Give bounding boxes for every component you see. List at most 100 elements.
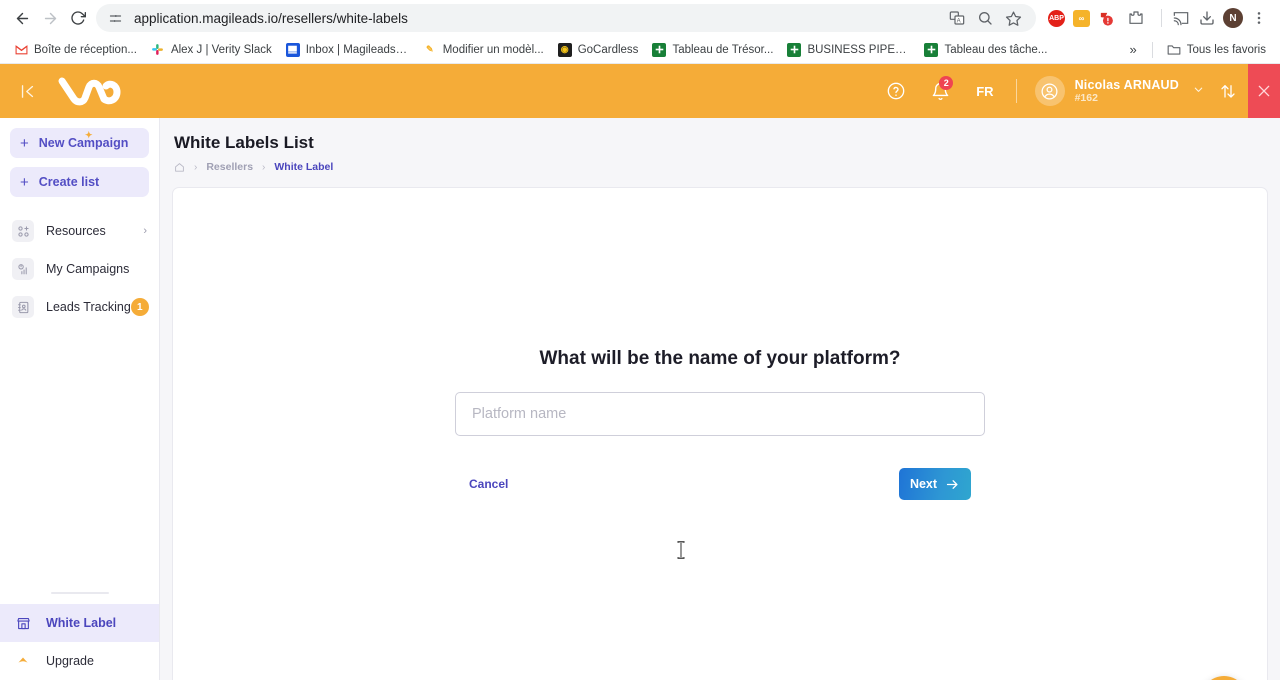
next-button[interactable]: Next bbox=[899, 468, 971, 500]
alert-extension-icon[interactable] bbox=[1098, 10, 1115, 27]
help-circle-icon[interactable] bbox=[874, 64, 918, 118]
google-sheets-icon bbox=[924, 42, 939, 57]
reload-button[interactable] bbox=[64, 4, 92, 32]
bookmark-item[interactable]: BUSINESS PIPELI... bbox=[781, 40, 916, 60]
browser-extensions: ABP ∞ bbox=[1042, 5, 1155, 31]
bookmark-item[interactable]: ◉ GoCardless bbox=[552, 40, 645, 60]
language-selector[interactable]: FR bbox=[962, 64, 1007, 118]
close-icon bbox=[1258, 85, 1270, 97]
page-info-icon[interactable] bbox=[106, 9, 124, 27]
bookmark-item[interactable]: Inbox | Magileads |... bbox=[280, 40, 415, 60]
sidebar-nav: Resources › My Campaigns Leads Tracking … bbox=[0, 206, 159, 326]
slack-icon bbox=[151, 43, 165, 57]
plus-icon: + bbox=[20, 134, 29, 152]
create-list-button[interactable]: + Create list bbox=[10, 167, 149, 197]
bookmark-item[interactable]: Boîte de réception... bbox=[8, 40, 143, 60]
sidebar-divider bbox=[50, 592, 109, 594]
url-text: application.magileads.io/resellers/white… bbox=[134, 10, 408, 26]
leads-tracking-badge: 1 bbox=[130, 298, 149, 316]
yellow-extension-icon[interactable]: ∞ bbox=[1073, 9, 1090, 27]
toolbar-divider bbox=[1161, 9, 1162, 27]
translate-icon[interactable]: A bbox=[944, 5, 970, 31]
extensions-puzzle-icon[interactable] bbox=[1123, 5, 1149, 31]
bookmark-item[interactable]: Tableau de Trésor... bbox=[646, 40, 779, 60]
main-content: White Labels List › Resellers › White La… bbox=[160, 118, 1280, 680]
sidebar-item-upgrade[interactable]: Upgrade bbox=[0, 642, 159, 680]
plus-icon: + bbox=[20, 173, 29, 191]
breadcrumb-separator: › bbox=[262, 161, 266, 173]
sidebar-item-label: My Campaigns bbox=[46, 262, 130, 276]
download-icon[interactable] bbox=[1194, 5, 1220, 31]
cancel-button[interactable]: Cancel bbox=[469, 477, 508, 491]
bookmarks-bar: Boîte de réception... Alex J | Verity Sl… bbox=[0, 36, 1280, 64]
cast-icon[interactable] bbox=[1168, 5, 1194, 31]
white-label-card: What will be the name of your platform? … bbox=[172, 187, 1268, 680]
search-icon[interactable] bbox=[972, 5, 998, 31]
sidebar-primary-actions: + New Campaign ✦ + Create list bbox=[0, 118, 159, 206]
sidebar-item-my-campaigns[interactable]: My Campaigns bbox=[0, 250, 159, 288]
platform-name-input[interactable] bbox=[455, 392, 985, 436]
sort-updown-icon[interactable] bbox=[1208, 64, 1248, 118]
google-sheets-icon bbox=[652, 42, 667, 57]
wizard-actions: Cancel Next bbox=[455, 468, 985, 500]
sidebar-item-label: Resources bbox=[46, 224, 106, 238]
page-title: White Labels List bbox=[174, 133, 314, 152]
magileads-logo-icon bbox=[58, 77, 121, 106]
forward-arrow-icon bbox=[44, 12, 56, 24]
wizard-question: What will be the name of your platform? bbox=[539, 348, 901, 369]
bookmark-label: Tableau des tâche... bbox=[944, 43, 1048, 56]
platform-name-wizard: What will be the name of your platform? … bbox=[455, 188, 985, 500]
adblock-plus-extension-icon[interactable]: ABP bbox=[1048, 9, 1065, 27]
all-bookmarks-label: Tous les favoris bbox=[1186, 43, 1266, 56]
bookmark-label: BUSINESS PIPELI... bbox=[807, 43, 911, 56]
bookmarks-overflow-button[interactable]: » bbox=[1123, 39, 1144, 60]
breadcrumb-current: White Label bbox=[274, 161, 334, 173]
bookmark-label: Boîte de réception... bbox=[34, 43, 137, 56]
sidebar-item-resources[interactable]: Resources › bbox=[0, 212, 159, 250]
bookmark-item[interactable]: Alex J | Verity Slack bbox=[145, 40, 278, 60]
bookmarks-divider bbox=[1151, 41, 1153, 58]
new-campaign-button[interactable]: + New Campaign ✦ bbox=[10, 128, 149, 158]
close-button[interactable] bbox=[1248, 64, 1280, 118]
notifications-button[interactable]: 2 bbox=[918, 64, 962, 118]
sidebar-item-leads-tracking[interactable]: Leads Tracking 1 bbox=[0, 288, 159, 326]
google-sheets-icon bbox=[787, 42, 802, 57]
pencil-icon: ✎ bbox=[425, 44, 434, 54]
magileads-logo[interactable] bbox=[56, 74, 128, 108]
app-header: 2 FR Nicolas ARNAUD #162 bbox=[0, 64, 1280, 118]
star-icon[interactable] bbox=[1000, 5, 1026, 31]
breadcrumb: › Resellers › White Label bbox=[174, 161, 1268, 173]
home-icon[interactable] bbox=[174, 162, 185, 173]
bookmark-label: Tableau de Trésor... bbox=[672, 43, 774, 56]
chevron-down-icon[interactable] bbox=[1193, 84, 1204, 98]
sidebar-item-label: Upgrade bbox=[46, 654, 94, 668]
user-id: #162 bbox=[1074, 92, 1098, 105]
sidebar-item-label: White Label bbox=[46, 616, 117, 630]
store-icon bbox=[12, 612, 34, 634]
user-avatar-icon bbox=[1034, 76, 1065, 106]
arrow-right-icon bbox=[946, 479, 958, 489]
campaigns-chart-icon bbox=[12, 258, 34, 280]
next-button-label: Next bbox=[909, 477, 938, 491]
all-bookmarks-button[interactable]: Tous les favoris bbox=[1161, 40, 1272, 60]
bookmark-label: GoCardless bbox=[577, 43, 639, 56]
new-campaign-label: New Campaign bbox=[38, 136, 129, 150]
back-button[interactable] bbox=[8, 4, 36, 32]
address-bar[interactable]: application.magileads.io/resellers/white… bbox=[96, 4, 1036, 32]
bookmark-item[interactable]: Tableau des tâche... bbox=[918, 40, 1053, 60]
sidebar-item-white-label[interactable]: White Label bbox=[0, 604, 159, 642]
bookmark-item[interactable]: ✎ Modifier un modèl... bbox=[417, 40, 550, 60]
kebab-menu-icon[interactable] bbox=[1246, 5, 1272, 31]
breadcrumb-resellers[interactable]: Resellers bbox=[206, 161, 253, 173]
forward-button[interactable] bbox=[36, 4, 64, 32]
upgrade-arrow-icon bbox=[12, 650, 34, 672]
profile-button[interactable]: N bbox=[1220, 5, 1246, 31]
chat-bubble-button[interactable] bbox=[1201, 676, 1247, 680]
sidebar: + New Campaign ✦ + Create list Resources… bbox=[0, 118, 160, 680]
create-list-label: Create list bbox=[38, 175, 100, 189]
bookmark-label: Alex J | Verity Slack bbox=[170, 43, 272, 56]
collapse-sidebar-icon[interactable] bbox=[0, 64, 54, 118]
gocardless-icon: ◉ bbox=[557, 42, 572, 57]
user-menu[interactable]: Nicolas ARNAUD #162 bbox=[1025, 76, 1208, 106]
notifications-badge: 2 bbox=[939, 76, 954, 90]
